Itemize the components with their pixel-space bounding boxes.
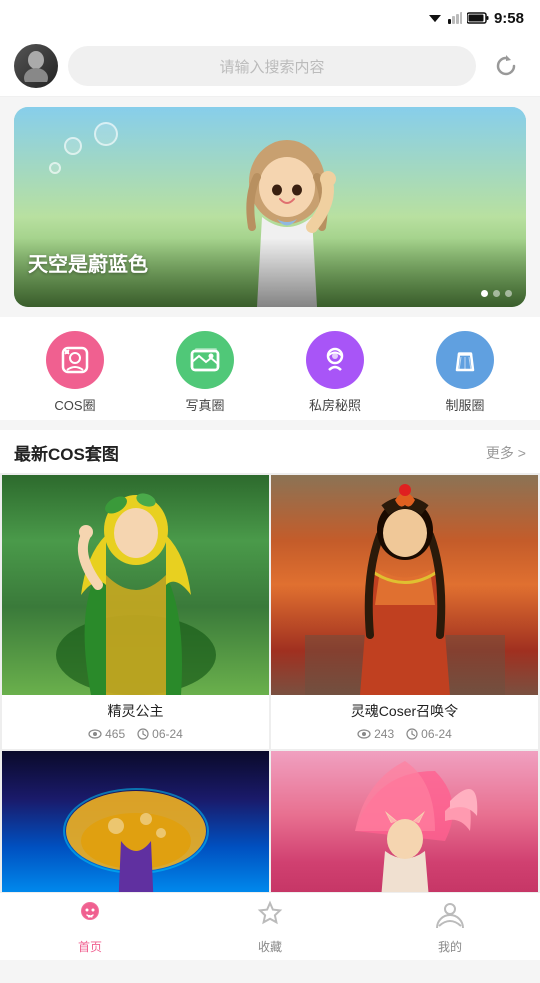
photo-circle-icon [176, 331, 234, 389]
header: 请输入搜索内容 [0, 36, 540, 97]
cos-card-2-meta: 243 06-24 [271, 723, 538, 749]
cos-card-3-image [2, 751, 269, 911]
refresh-icon [493, 53, 519, 79]
hero-banner[interactable]: 天空是蔚蓝色 [14, 107, 526, 307]
banner-dot-3 [505, 290, 512, 297]
cos-card-2-date: 06-24 [406, 727, 452, 741]
section-header: 最新COS套图 更多 > [0, 430, 540, 473]
warrior-character [305, 475, 505, 695]
cos-card-1-title: 精灵公主 [12, 701, 259, 721]
neon-character [36, 751, 236, 911]
uniform-circle-icon [436, 331, 494, 389]
eye-icon [88, 729, 102, 739]
cos-card-2[interactable]: 灵魂Coser召唤令 243 06-24 [271, 475, 538, 749]
wifi-icon [427, 12, 443, 24]
nav-profile[interactable]: 我的 [415, 894, 485, 959]
cos-card-2-views: 243 [357, 727, 394, 741]
banner-dot-1 [481, 290, 488, 297]
cos-card-2-info: 灵魂Coser召唤令 [271, 695, 538, 723]
cos-circle-label: COS圈 [54, 395, 95, 414]
category-uniform-circle[interactable]: 制服圈 [436, 331, 494, 414]
category-cos-circle[interactable]: COS圈 [46, 331, 104, 414]
cos-card-1-views: 465 [88, 727, 125, 741]
home-label: 首页 [78, 938, 102, 955]
more-button[interactable]: 更多 > [486, 443, 526, 463]
cos-card-3[interactable] [2, 751, 269, 911]
nav-home[interactable]: 首页 [55, 894, 125, 959]
private-secret-icon [306, 331, 364, 389]
refresh-button[interactable] [486, 46, 526, 86]
banner-overlay: 天空是蔚蓝色 [14, 238, 526, 307]
favorites-label: 收藏 [258, 938, 282, 955]
cos-card-2-image [271, 475, 538, 695]
elf-princess-character [36, 475, 236, 695]
cos-grid: 精灵公主 465 06-24 [0, 473, 540, 913]
nav-favorites[interactable]: 收藏 [235, 894, 305, 959]
status-bar: 9:58 [0, 0, 540, 36]
cos-card-2-title: 灵魂Coser召唤令 [281, 701, 528, 721]
status-icons: 9:58 [427, 10, 524, 27]
bubble [49, 162, 61, 174]
category-private-secret[interactable]: 私房秘照 [306, 331, 364, 414]
fan-character [305, 751, 505, 911]
cos-card-1-date: 06-24 [137, 727, 183, 741]
favorites-icon [255, 898, 285, 935]
avatar-image [22, 50, 50, 82]
cos-card-1-meta: 465 06-24 [2, 723, 269, 749]
cos-card-1-info: 精灵公主 [2, 695, 269, 723]
private-secret-label: 私房秘照 [309, 395, 361, 414]
cos-circle-icon [46, 331, 104, 389]
banner-dots [481, 290, 512, 297]
signal-icon [448, 12, 462, 24]
status-time: 9:58 [494, 10, 524, 27]
search-input[interactable]: 请输入搜索内容 [68, 46, 476, 86]
cos-card-1[interactable]: 精灵公主 465 06-24 [2, 475, 269, 749]
banner-title: 天空是蔚蓝色 [28, 248, 512, 277]
bottom-nav: 首页 收藏 我的 [0, 892, 540, 960]
uniform-circle-label: 制服圈 [445, 395, 484, 414]
eye-icon-2 [357, 729, 371, 739]
bubble [94, 122, 118, 146]
cos-card-4-image [271, 751, 538, 911]
banner-dot-2 [493, 290, 500, 297]
home-icon [75, 898, 105, 935]
profile-icon [435, 898, 465, 935]
category-photo-circle[interactable]: 写真圈 [176, 331, 234, 414]
cos-card-4[interactable] [271, 751, 538, 911]
clock-icon-2 [406, 728, 418, 740]
cos-card-1-image [2, 475, 269, 695]
avatar[interactable] [14, 44, 58, 88]
battery-icon [467, 12, 489, 24]
profile-label: 我的 [438, 938, 462, 955]
photo-circle-label: 写真圈 [185, 395, 224, 414]
categories: COS圈 写真圈 [0, 317, 540, 420]
bubble [64, 137, 82, 155]
section-title: 最新COS套图 [14, 440, 119, 465]
clock-icon [137, 728, 149, 740]
